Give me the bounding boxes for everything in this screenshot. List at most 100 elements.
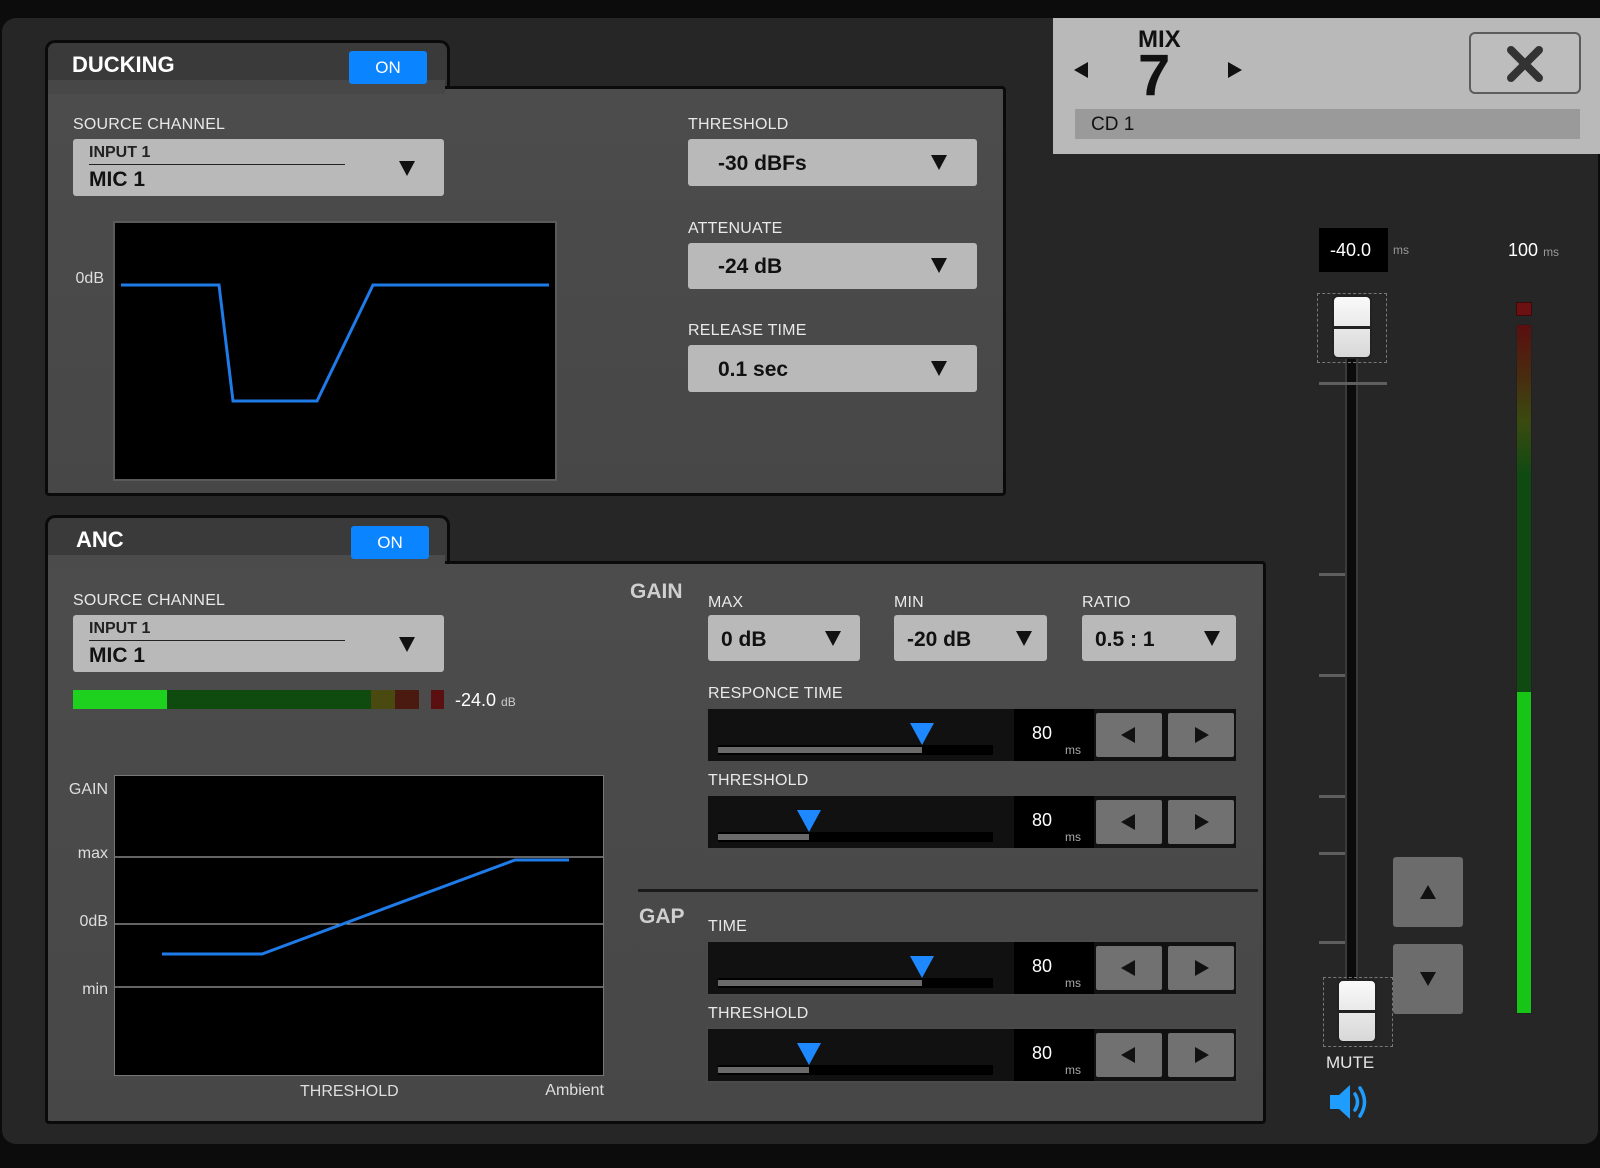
ducking-threshold-label: THRESHOLD [688,116,789,133]
mix-next-button[interactable] [1224,56,1250,84]
chevron-down-icon [931,155,947,170]
mix-prev-button[interactable] [1070,56,1096,84]
anc-on-button[interactable]: ON [351,526,429,559]
chevron-down-icon [399,161,415,176]
gain-threshold-slider[interactable]: 80 ms [706,794,1238,850]
gap-threshold-slider[interactable]: 80 ms [706,1027,1238,1083]
fader-value-box: -40.0 [1319,228,1388,272]
gain-min-value: -20 dB [907,628,972,651]
close-button[interactable] [1469,32,1581,94]
gain-min-select[interactable]: -20 dB [894,615,1047,661]
meter-orange-zone [395,690,419,709]
anc-title: ANC [76,527,124,552]
gap-threshold-label: THRESHOLD [708,1005,809,1022]
chevron-down-icon [1204,631,1220,646]
level-up-button[interactable] [1393,857,1463,927]
anc-meter-value: -24.0 dB [455,690,516,711]
slider-value: 80 [1032,1043,1053,1063]
anc-source-input: INPUT 1 [89,620,151,637]
ducking-attenuate-select[interactable]: -24 dB [688,243,977,289]
ducking-attenuate-value: -24 dB [718,255,783,278]
ducking-release-label: RELEASE TIME [688,322,807,339]
increment-button[interactable] [1168,800,1234,844]
slider-value-box: 80 ms [1014,709,1094,761]
triangle-left-icon [1121,814,1135,830]
anc-source-channel-label: SOURCE CHANNEL [73,592,226,609]
decrement-button[interactable] [1096,713,1162,757]
triangle-right-icon [1195,1047,1209,1063]
increment-button[interactable] [1168,1033,1234,1077]
slider-thumb[interactable] [797,810,821,832]
decrement-button[interactable] [1096,800,1162,844]
fader-tick [1319,795,1345,798]
anc-graph-gain-label: GAIN [68,781,108,798]
anc-source-name: MIC 1 [89,644,146,667]
gain-max-label: MAX [708,594,744,611]
channel-name-field: CD 1 [1075,109,1580,139]
divider [89,640,345,641]
anc-source-channel-select[interactable]: INPUT 1 MIC 1 [73,615,444,672]
gain-ratio-select[interactable]: 0.5 : 1 [1082,615,1236,661]
triangle-left-icon [1121,1047,1135,1063]
increment-button[interactable] [1168,713,1234,757]
fader-tick [1319,941,1345,944]
fader-track[interactable] [1345,320,1358,1036]
slider-fill [718,747,922,753]
anc-meter-unit: dB [501,695,516,709]
slider-value-box: 80 ms [1014,942,1094,994]
ducking-threshold-select[interactable]: -30 dBFs [688,139,977,186]
gain-min-label: MIN [894,594,924,611]
triangle-left-icon [1121,960,1135,976]
gain-max-select[interactable]: 0 dB [708,615,860,661]
chevron-down-icon [1016,631,1032,646]
increment-button[interactable] [1168,946,1234,990]
ducking-attenuate-label: ATTENUATE [688,220,783,237]
ducking-release-value: 0.1 sec [718,358,789,381]
ducking-graph [113,221,557,481]
fader-tick [1319,674,1345,677]
ducking-curve [121,283,549,403]
slider-fill [718,834,809,840]
ducking-on-button[interactable]: ON [349,51,427,84]
slider-value-box: 80 ms [1014,796,1094,848]
anc-graph-max-label: max [77,845,108,862]
slider-unit: ms [1065,1063,1081,1077]
slider-fill [718,980,922,986]
meter-clip [1516,302,1532,316]
mute-button[interactable] [1328,1082,1372,1122]
slider-fill [718,1067,809,1073]
chevron-down-icon [931,258,947,273]
meter-green-zone [167,690,371,709]
gain-response-time-slider[interactable]: 80 ms [706,707,1238,763]
decrement-button[interactable] [1096,946,1162,990]
triangle-down-icon [1420,972,1436,986]
gain-max-value: 0 dB [721,628,767,651]
fader-knob-top[interactable] [1332,295,1372,359]
gain-heading: GAIN [630,580,683,603]
slider-value-box: 80 ms [1014,1029,1094,1081]
triangle-right-icon [1228,62,1242,78]
ducking-source-channel-label: SOURCE CHANNEL [73,116,226,133]
ducking-release-select[interactable]: 0.1 sec [688,345,977,392]
slider-thumb[interactable] [797,1043,821,1065]
divider [89,164,345,165]
fader-value: -40.0 [1330,240,1372,260]
fader-tick [1319,573,1345,576]
slider-unit: ms [1065,830,1081,844]
slider-unit: ms [1065,743,1081,757]
decrement-button[interactable] [1096,1033,1162,1077]
chevron-down-icon [931,361,947,376]
chevron-down-icon [399,637,415,652]
gap-heading: GAP [639,905,685,928]
slider-thumb[interactable] [910,956,934,978]
slider-thumb[interactable] [910,723,934,745]
level-down-button[interactable] [1393,944,1463,1014]
ducking-source-channel-select[interactable]: INPUT 1 MIC 1 [73,139,444,196]
meter-fill [1517,692,1531,1013]
ducking-graph-0db-label: 0dB [75,270,104,287]
gap-time-slider[interactable]: 80 ms [706,940,1238,996]
mute-label: MUTE [1326,1053,1375,1072]
triangle-right-icon [1195,727,1209,743]
fader-knob-bottom[interactable] [1337,979,1377,1043]
meter-value: 100 ms [1508,240,1559,261]
